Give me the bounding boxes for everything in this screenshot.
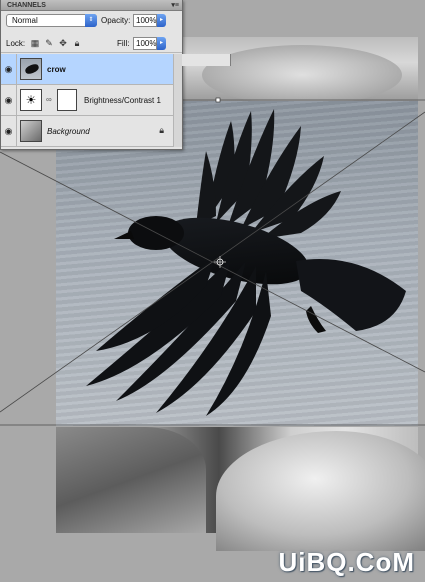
tab-channels[interactable]: CHANNELS bbox=[3, 0, 50, 11]
lock-image-icon[interactable]: ✎ bbox=[44, 38, 54, 48]
eye-icon[interactable]: ◉ bbox=[1, 116, 17, 147]
layer-row-background[interactable]: ◉ Background 🔒︎ bbox=[1, 116, 182, 147]
fill-slider-button[interactable]: ▸ bbox=[157, 37, 166, 50]
transform-diagonal-2 bbox=[0, 111, 425, 413]
opacity-label: Opacity: bbox=[101, 16, 131, 25]
panel-scrollbar[interactable] bbox=[173, 54, 182, 147]
background-thumbnail bbox=[20, 120, 42, 142]
opacity-input[interactable]: 100% bbox=[133, 14, 157, 27]
fill-input[interactable]: 100% bbox=[133, 37, 157, 50]
eye-icon[interactable]: ◉ bbox=[1, 85, 17, 116]
layers-list: ◉ crow ◉ ☀ ∞ Brightness/Contrast 1 ◉ Bac… bbox=[1, 54, 182, 147]
layer-row-crow[interactable]: ◉ crow bbox=[1, 54, 182, 85]
chevron-updown-icon: ⇕ bbox=[85, 14, 97, 27]
layer-mask-thumbnail[interactable] bbox=[57, 89, 77, 111]
watermark-logo: UiBQ.CoM bbox=[278, 547, 415, 577]
layer-name: Brightness/Contrast 1 bbox=[84, 96, 161, 105]
transform-handle-top[interactable] bbox=[215, 97, 221, 103]
lock-label: Lock: bbox=[6, 39, 26, 48]
lock-position-icon[interactable]: ✥ bbox=[58, 38, 68, 48]
layer-name: Background bbox=[47, 127, 90, 136]
blend-mode-select[interactable]: Normal ⇕ bbox=[6, 14, 97, 27]
blend-opacity-row: Normal ⇕ Opacity: 100% ▸ bbox=[1, 12, 182, 30]
panel-menu-icon[interactable]: ▾≡ bbox=[171, 1, 179, 9]
lock-transparent-icon[interactable]: ▦ bbox=[30, 38, 40, 48]
opacity-slider-button[interactable]: ▸ bbox=[157, 14, 166, 27]
lock-fill-row: Lock: ▦ ✎ ✥ 🔒︎ Fill: 100% ▸ bbox=[1, 35, 182, 53]
layer-name: crow bbox=[47, 65, 66, 74]
brightness-contrast-icon: ☀ bbox=[20, 89, 42, 111]
blend-mode-value: Normal bbox=[12, 16, 38, 25]
eye-icon[interactable]: ◉ bbox=[1, 54, 17, 85]
crow-thumbnail bbox=[20, 58, 42, 80]
lock-icon: 🔒︎ bbox=[159, 125, 164, 135]
layers-panel: CHANNELS LAYERS ▾≡ Normal ⇕ Opacity: 100… bbox=[0, 0, 231, 150]
panel-tab-bar: CHANNELS LAYERS ▾≡ bbox=[1, 0, 231, 66]
lock-all-icon[interactable]: 🔒︎ bbox=[72, 38, 82, 48]
link-chain-icon[interactable]: ∞ bbox=[46, 95, 52, 104]
fill-label: Fill: bbox=[117, 39, 130, 48]
layer-row-brightness-contrast[interactable]: ◉ ☀ ∞ Brightness/Contrast 1 bbox=[1, 85, 182, 116]
